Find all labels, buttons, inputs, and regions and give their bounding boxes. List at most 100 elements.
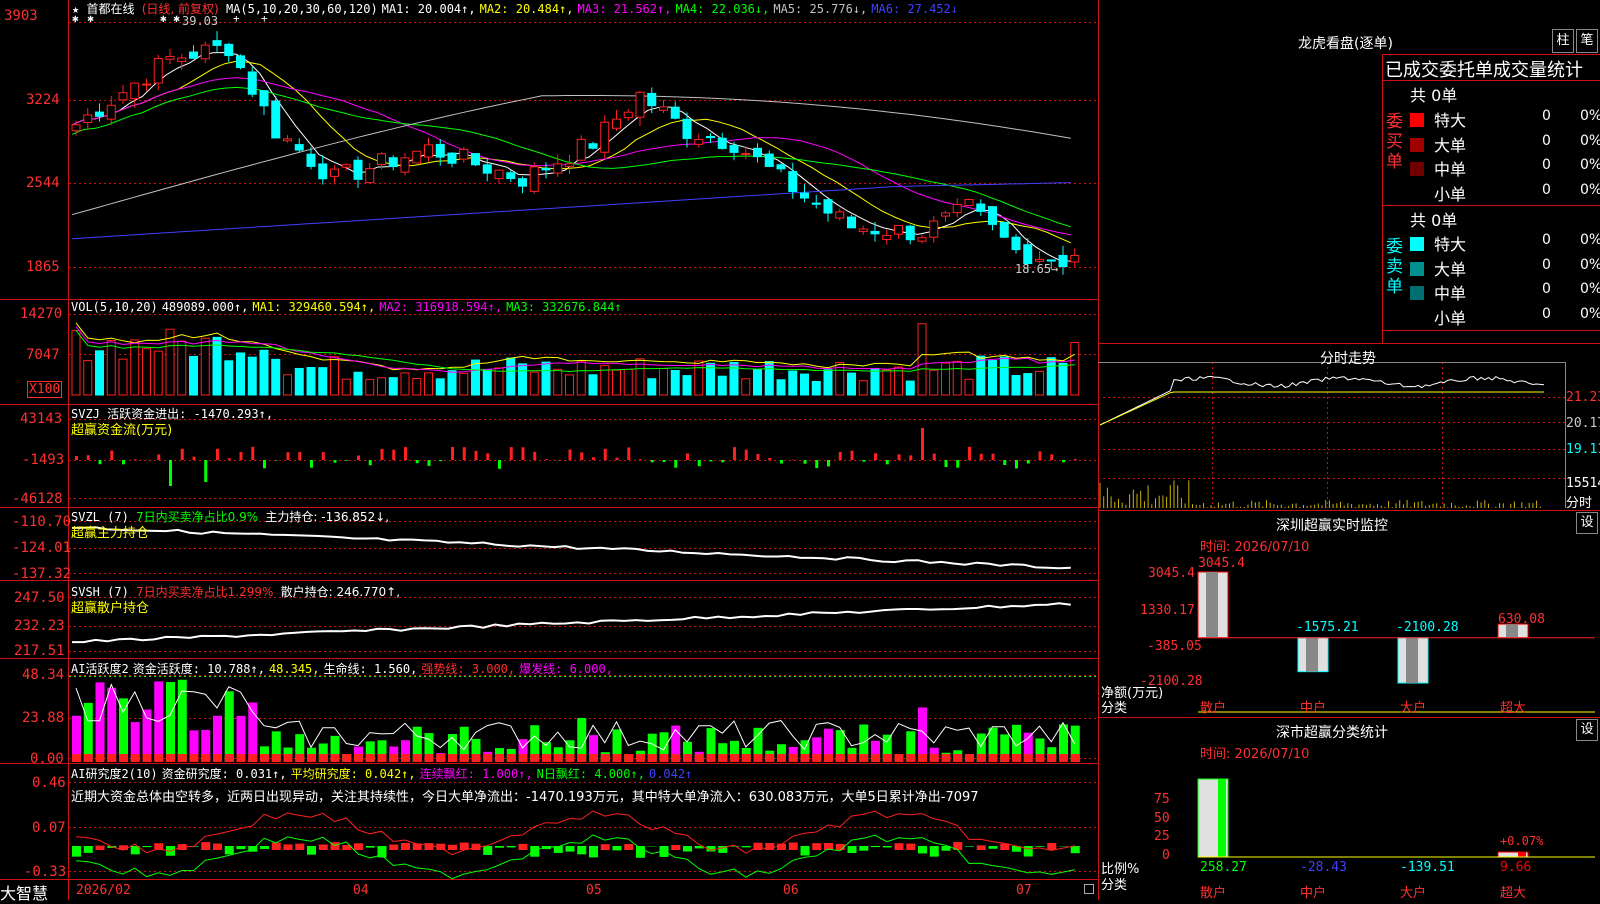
order-color-swatch xyxy=(1410,262,1424,276)
research-bar xyxy=(495,846,504,848)
candle xyxy=(366,169,374,183)
tick-view-button[interactable]: 笔 xyxy=(1576,29,1598,53)
ai1-legend-item: 资金活跃度: 10.788↑, xyxy=(133,662,265,676)
monitor-category-label: 散户 xyxy=(1200,697,1226,716)
volume-bar xyxy=(1071,343,1079,396)
candle xyxy=(707,136,715,137)
activity-base-bar xyxy=(883,754,892,762)
ma-legend-item: MA5: 25.776↓, xyxy=(773,2,867,16)
activity-base-bar xyxy=(425,754,434,762)
classify-bar-value: 9.66 xyxy=(1500,860,1531,875)
classify-bar-value: -28.43 xyxy=(1300,860,1347,875)
main-y-tick: 3903 xyxy=(4,8,38,24)
candle xyxy=(648,93,656,105)
monitor-bar-value: -2100.28 xyxy=(1396,620,1459,635)
candle xyxy=(1059,255,1067,266)
candle xyxy=(284,139,292,141)
classify-settings-button[interactable]: 设 xyxy=(1576,719,1598,741)
x-axis-label: 04 xyxy=(353,883,369,898)
fundflow-bar xyxy=(533,452,536,460)
research-bar xyxy=(789,842,798,850)
order-size-label: 中单 xyxy=(1434,160,1466,179)
fundflow-bar xyxy=(416,460,419,463)
activity-base-bar xyxy=(119,754,128,762)
monitor-bar-value: -1575.21 xyxy=(1296,620,1359,635)
order-percent: 0% xyxy=(1580,108,1600,124)
volume-bar xyxy=(96,351,104,395)
activity-bar xyxy=(107,688,116,762)
order-color-swatch xyxy=(1410,311,1424,325)
activity-base-bar xyxy=(378,754,387,762)
candle xyxy=(483,165,491,173)
volume-bar xyxy=(965,379,973,395)
candle xyxy=(730,146,738,153)
fundflow-bar xyxy=(122,460,125,464)
research-bar xyxy=(272,843,281,850)
volume-bar xyxy=(730,362,738,395)
order-percent: 0% xyxy=(1580,232,1600,248)
candle xyxy=(342,165,350,167)
order-count: 0 xyxy=(1542,157,1551,173)
activity-base-bar xyxy=(718,754,727,762)
fundflow-bar xyxy=(381,449,384,460)
volume-bar xyxy=(1012,375,1020,395)
order-color-swatch xyxy=(1410,138,1424,152)
vol-y-tick: 14270 xyxy=(20,306,62,322)
activity-base-bar xyxy=(389,754,398,762)
ai1-legend-item: 强势线: 3.000, xyxy=(421,662,515,676)
ai1-legend-item: 48.345, xyxy=(269,662,320,676)
fundflow-bar xyxy=(498,460,501,469)
candle xyxy=(413,151,421,163)
candle xyxy=(119,93,127,100)
main-y-tick: 1865 xyxy=(26,259,60,275)
activity-base-bar xyxy=(237,754,246,762)
activity-base-bar xyxy=(613,754,622,762)
fundflow-bar xyxy=(322,452,325,460)
fundflow-bar xyxy=(99,460,102,464)
vol-unit-badge[interactable]: X100 xyxy=(27,381,62,398)
monitor-settings-button[interactable]: 设 xyxy=(1576,512,1598,534)
ai2-y-tick: 0.07 xyxy=(32,820,66,836)
candle xyxy=(636,92,644,117)
ai2-commentary: 近期大资金总体由空转多，近两日出现异动，关注其持续性，今日大单净流出：-1470… xyxy=(71,786,1097,805)
fundflow-bar xyxy=(251,447,254,460)
activity-base-bar xyxy=(589,754,598,762)
research-bar xyxy=(871,846,880,847)
fundflow-bar xyxy=(110,451,113,460)
ma-legend-item: MA1: 20.004↑, xyxy=(382,2,476,16)
fundflow-bar xyxy=(569,449,572,460)
research-bar xyxy=(237,846,246,849)
intraday-price-line xyxy=(1100,376,1544,425)
lock-icon[interactable] xyxy=(1084,884,1094,894)
research-bar xyxy=(1071,846,1080,853)
fundflow-bar xyxy=(909,455,912,460)
buy-orders-label: 委买单 xyxy=(1386,112,1404,172)
candle xyxy=(530,167,538,192)
volume-bar xyxy=(119,359,127,395)
candle xyxy=(918,238,926,241)
order-count: 0 xyxy=(1542,306,1551,322)
activity-base-bar xyxy=(507,754,516,762)
research-bar xyxy=(260,846,269,849)
signal-marks: ✱ ✱ xyxy=(72,12,95,25)
ma-legend-item: MA(5,10,20,30,60,120) xyxy=(226,2,378,16)
monitor-y-tick: -385.05 xyxy=(1147,639,1202,654)
svzl-value: 主力持仓: -136.852↓, xyxy=(265,510,389,524)
order-percent: 0% xyxy=(1580,133,1600,149)
candle xyxy=(1071,255,1079,261)
fundflow-bar xyxy=(522,447,525,460)
classify-category-label: 大户 xyxy=(1400,882,1426,901)
ai2-legend: AI研究度2(10)资金研究度: 0.031↑,平均研究度: 0.042↑,连续… xyxy=(71,765,696,782)
column-view-button[interactable]: 柱 xyxy=(1552,29,1574,53)
svzl-ratio: 7日内买卖净占比0.9% xyxy=(136,510,258,524)
research-bar xyxy=(989,846,998,849)
candle xyxy=(84,115,92,123)
candle xyxy=(554,164,562,173)
fundflow-bar xyxy=(733,447,736,460)
volume-bar xyxy=(331,357,339,395)
candle xyxy=(789,172,797,192)
activity-base-bar xyxy=(824,754,833,762)
buy-row-3: 小单 xyxy=(1410,181,1466,205)
fundflow-bar xyxy=(698,460,701,466)
volume-bar xyxy=(495,368,503,395)
